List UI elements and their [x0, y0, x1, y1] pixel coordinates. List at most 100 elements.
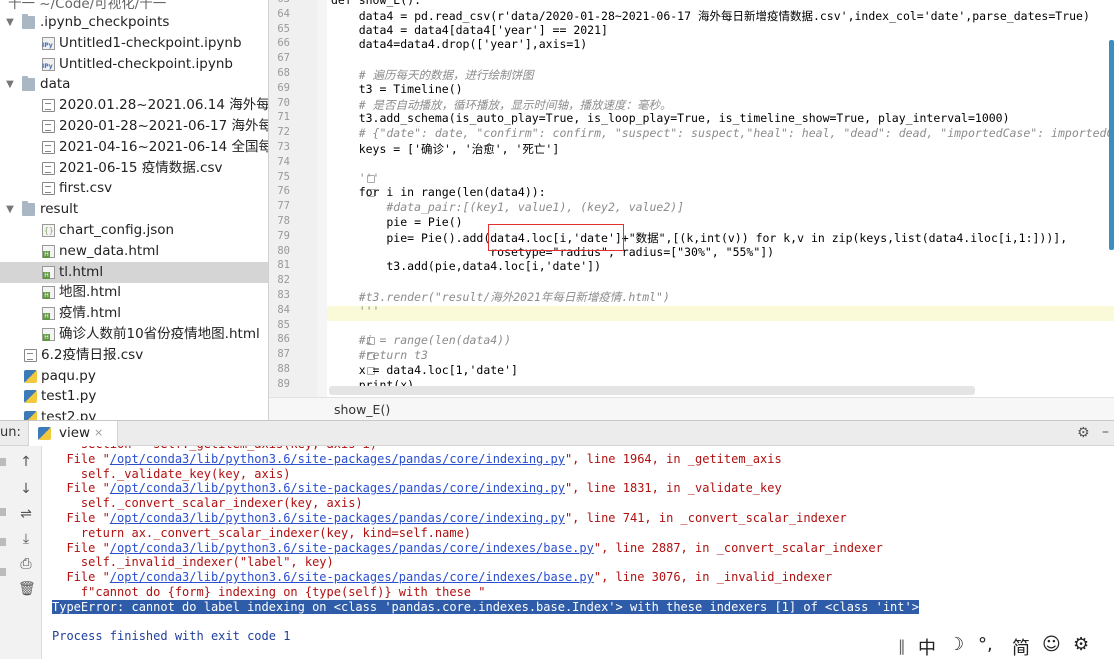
folder-icon — [22, 201, 35, 217]
traceback-file-link[interactable]: /opt/conda3/lib/python3.6/site-packages/… — [110, 570, 594, 584]
tree-item[interactable]: Untitled-checkpoint.ipynb — [0, 54, 268, 75]
tree-item[interactable]: 6.2疫情日报.csv — [0, 345, 268, 366]
tree-item[interactable]: chart_config.json — [0, 220, 268, 241]
ime-separator: ‖ — [898, 637, 906, 655]
gear-icon[interactable]: ⚙ — [1077, 425, 1090, 441]
tree-item-label: test1.py — [41, 388, 97, 405]
chevron-down-icon[interactable]: ▼ — [4, 74, 16, 95]
tree-item[interactable]: Untitled1-checkpoint.ipynb — [0, 33, 268, 54]
code-editor[interactable]: 63 64 65 66 67 68 69 70 71 72 73 74 75 76 77 78 79 80 81 82… — [268, 0, 1114, 420]
code-line[interactable]: t3.add(pie,data4.loc[i,'date']) — [331, 259, 601, 273]
tree-item-label: Untitled-checkpoint.ipynb — [59, 55, 233, 72]
scroll-to-end-icon[interactable]: ⤓ — [18, 531, 34, 547]
tree-item[interactable]: tl.html — [0, 261, 268, 283]
code-line[interactable]: ''' — [331, 304, 380, 318]
traceback-frame[interactable]: File "/opt/conda3/lib/python3.6/site-pac… — [52, 570, 832, 584]
tree-item[interactable]: test1.py — [0, 386, 268, 407]
console-output[interactable]: section = self._getitem_axis(key, axis=i… — [42, 446, 1114, 659]
current-line-highlight — [327, 306, 1114, 321]
traceback-prefix: File " — [52, 540, 110, 555]
traceback-frame[interactable]: File "/opt/conda3/lib/python3.6/site-pac… — [52, 540, 883, 555]
minimize-icon[interactable]: – — [1102, 424, 1109, 440]
code-line[interactable]: # {"date": date, "confirm": confirm, "su… — [331, 126, 1114, 140]
tree-item[interactable]: first.csv — [0, 178, 268, 199]
breadcrumb[interactable]: show_E() — [269, 397, 1114, 420]
exit-message: Process finished with exit code 1 — [52, 629, 291, 644]
chevron-down-icon[interactable]: ▼ — [4, 12, 16, 33]
tree-item[interactable]: ▼ data — [0, 74, 268, 95]
python-file-icon — [24, 369, 37, 383]
code-line[interactable]: keys = ['确诊', '治愈', '死亡'] — [331, 141, 560, 157]
code-line[interactable]: #t3.render("result/海外2021年每日新增疫情.html") — [331, 289, 670, 305]
ime-mode-toggle[interactable]: 中 — [918, 634, 936, 659]
html-file-icon — [42, 265, 55, 279]
tree-item[interactable]: ▼ .ipynb_checkpoints — [0, 12, 268, 33]
code-line[interactable]: ''' — [331, 171, 380, 185]
tree-item[interactable]: new_data.html — [0, 241, 268, 262]
code-line[interactable]: t3.add_schema(is_auto_play=True, is_loop… — [331, 111, 1010, 125]
soft-wrap-icon[interactable]: ⇌ — [18, 506, 34, 522]
close-icon[interactable]: × — [94, 426, 103, 439]
layout-icon[interactable] — [0, 568, 6, 576]
tree-item[interactable]: 2021-04-16~2021-06-14 全国每日 — [0, 137, 268, 158]
tree-item[interactable]: test2.py — [0, 407, 268, 420]
run-tab-view[interactable]: view × — [28, 421, 118, 446]
breadcrumb-function[interactable]: show_E() — [334, 402, 390, 417]
code-line[interactable]: data4 = data4[data4['year'] == 2021] — [331, 23, 608, 37]
tree-item[interactable]: ▼ result — [0, 199, 268, 220]
chevron-down-icon[interactable]: ▼ — [4, 199, 16, 220]
code-line[interactable]: data4=data4.drop(['year'],axis=1) — [331, 37, 588, 51]
traceback-file-link[interactable]: /opt/conda3/lib/python3.6/site-packages/… — [110, 452, 565, 466]
traceback-file-link[interactable]: /opt/conda3/lib/python3.6/site-packages/… — [110, 511, 565, 525]
code-line[interactable]: #i = range(len(data4)) — [331, 333, 511, 347]
tree-item[interactable]: 确诊人数前10省份疫情地图.html — [0, 324, 268, 345]
tree-item[interactable]: 2020-01-28~2021-06-17 海外每日 — [0, 116, 268, 137]
code-line[interactable]: def show_E(): — [331, 0, 421, 7]
code-line[interactable]: # 遍历每天的数据，进行绘制饼图 — [331, 67, 534, 83]
code-line[interactable]: #return t3 — [331, 348, 428, 362]
trash-icon[interactable]: 🗑 — [18, 581, 36, 597]
line-number: 68 — [277, 67, 290, 79]
line-number: 67 — [277, 52, 290, 65]
ime-simplified-toggle[interactable]: 简 — [1012, 634, 1030, 659]
tree-item[interactable]: paqu.py — [0, 366, 268, 387]
code-line[interactable]: # 是否自动播放，循环播放，显示时间轴，播放速度：毫秒。 — [331, 97, 672, 113]
traceback-suffix: ", line 2887, in _convert_scalar_indexer — [593, 540, 883, 555]
traceback-frame[interactable]: File "/opt/conda3/lib/python3.6/site-pac… — [52, 481, 781, 495]
moon-icon[interactable]: ☽ — [948, 634, 964, 655]
editor-edge-scrollbar[interactable] — [1109, 40, 1114, 250]
print-icon[interactable]: ⎙ — [18, 556, 34, 572]
code-line[interactable]: #data_pair:[(key1, value1), (key2, value… — [331, 200, 684, 214]
horizontal-scrollbar[interactable] — [329, 386, 975, 395]
tree-item-label: tl.html — [59, 263, 104, 280]
traceback-file-link[interactable]: /opt/conda3/lib/python3.6/site-packages/… — [110, 481, 565, 495]
scroll-down-icon[interactable]: ↓ — [18, 481, 34, 497]
line-number: 87 — [277, 348, 290, 361]
code-line[interactable]: t3 = Timeline() — [331, 82, 463, 96]
scroll-up-icon[interactable]: ↑ — [18, 454, 34, 470]
run-header: un: view × ⚙ – — [0, 421, 1114, 446]
settings-icon[interactable]: ⚙ — [1073, 634, 1089, 655]
code-line[interactable]: pie = Pie() — [331, 215, 462, 229]
rerun-icon[interactable] — [0, 458, 6, 466]
project-tree: 十一 ~/Code/可视化/十一 ▼.ipynb_checkpointsUnti… — [0, 0, 268, 420]
traceback-frame[interactable]: File "/opt/conda3/lib/python3.6/site-pac… — [52, 511, 847, 525]
traceback-file-link[interactable]: /opt/conda3/lib/python3.6/site-packages/… — [110, 541, 594, 555]
traceback-frame[interactable]: File "/opt/conda3/lib/python3.6/site-pac… — [52, 452, 781, 466]
code-line[interactable]: for i in range(len(data4)): — [331, 185, 546, 199]
traceback-suffix: ", line 741, in _convert_scalar_indexer — [564, 511, 847, 525]
tree-item[interactable]: 2020.01.28~2021.06.14 海外每日 — [0, 95, 268, 116]
stop-icon[interactable] — [0, 508, 6, 516]
ime-punct-toggle[interactable]: °, — [978, 634, 993, 655]
traceback-line: f"cannot do {form} indexing on {type(sel… — [52, 585, 486, 599]
tree-item[interactable]: 疫情.html — [0, 303, 268, 324]
code-line[interactable]: pie= Pie().add(data4.loc[i,'date']+"数据",… — [331, 230, 1067, 246]
tree-item[interactable]: 2021-06-15 疫情数据.csv — [0, 158, 268, 179]
code-line[interactable]: data4 = pd.read_csv(r'data/2020-01-28~20… — [331, 8, 1090, 24]
tree-item[interactable]: 地图.html — [0, 282, 268, 303]
smiley-icon[interactable]: ☺ — [1042, 634, 1061, 655]
html-file-icon — [42, 307, 55, 321]
code-line[interactable]: x = data4.loc[1,'date'] — [331, 363, 518, 377]
line-number: 78 — [277, 215, 290, 227]
pin-icon[interactable] — [0, 538, 6, 546]
